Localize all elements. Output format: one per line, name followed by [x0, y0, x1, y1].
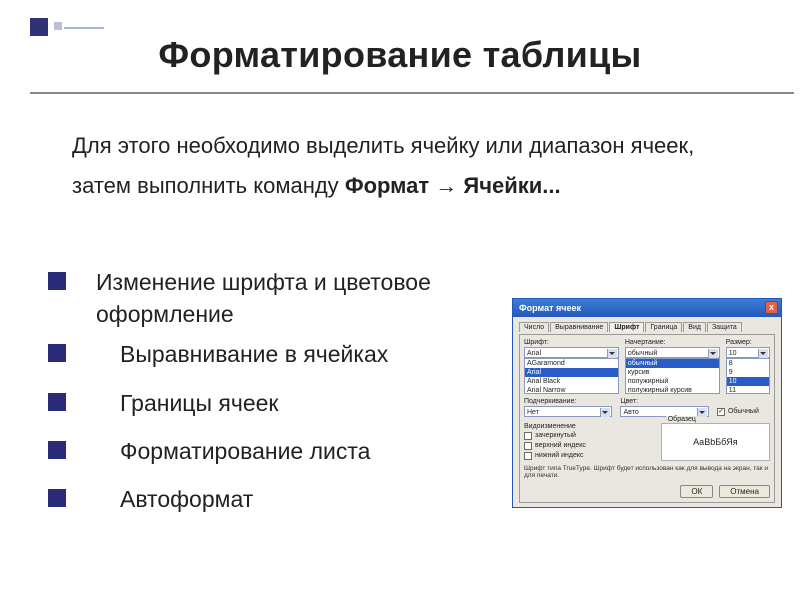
- cancel-button[interactable]: Отмена: [719, 485, 770, 498]
- subscript-checkbox[interactable]: нижний индекс: [524, 451, 653, 461]
- format-cells-dialog: Формат ячеек x Число Выравнивание Шрифт …: [512, 298, 782, 508]
- bullet-square-icon: [48, 344, 66, 362]
- bullet-item: Форматирование листа: [48, 435, 478, 467]
- list-item[interactable]: Arial Narrow: [525, 386, 618, 394]
- bullet-list: Изменение шрифта и цветовое оформление В…: [48, 266, 478, 531]
- tab-protection[interactable]: Защита: [707, 322, 742, 332]
- effect-label: зачеркнутый: [535, 431, 576, 441]
- slide-title: Форматирование таблицы: [0, 34, 800, 76]
- checkbox-icon: [524, 442, 532, 450]
- size-label: Размер:: [726, 339, 770, 346]
- checkbox-icon: [717, 408, 725, 416]
- list-item[interactable]: Arial: [525, 368, 618, 377]
- bullet-square-icon: [48, 489, 66, 507]
- preview-box: Образец АаBbБбЯя: [661, 423, 770, 461]
- bullet-item: Выравнивание в ячейках: [48, 338, 478, 370]
- tab-view[interactable]: Вид: [683, 322, 706, 332]
- underline-combo[interactable]: Нет: [524, 406, 612, 417]
- underline-label: Подчеркивание:: [524, 398, 612, 405]
- style-listbox[interactable]: обычный курсив полужирный полужирный кур…: [625, 358, 720, 394]
- deco-square-small: [54, 22, 62, 30]
- font-listbox[interactable]: AGaramond Arial Arial Black Arial Narrow: [524, 358, 619, 394]
- bullet-item: Автоформат: [48, 483, 478, 515]
- style-label: Начертание:: [625, 339, 720, 346]
- intro-bold: Формат → Ячейки...: [345, 173, 561, 198]
- font-combo[interactable]: Arial: [524, 347, 619, 358]
- list-item[interactable]: полужирный курсив: [626, 386, 719, 394]
- size-combo[interactable]: 10: [726, 347, 770, 358]
- title-underline: [30, 92, 794, 94]
- effects-group-label: Видоизменение: [524, 423, 653, 430]
- deco-line: [64, 27, 104, 29]
- bullet-square-icon: [48, 393, 66, 411]
- style-combo[interactable]: обычный: [625, 347, 720, 358]
- list-item[interactable]: курсив: [626, 368, 719, 377]
- list-item[interactable]: 8: [727, 359, 769, 368]
- dialog-tabs: Число Выравнивание Шрифт Граница Вид Защ…: [519, 321, 775, 331]
- close-icon[interactable]: x: [765, 301, 778, 314]
- strikethrough-checkbox[interactable]: зачеркнутый: [524, 431, 653, 441]
- dialog-hint: Шрифт типа TrueType. Шрифт будет использ…: [524, 465, 770, 479]
- dialog-title-text: Формат ячеек: [519, 303, 581, 313]
- tab-panel-font: Шрифт: Arial AGaramond Arial Arial Black…: [519, 334, 775, 503]
- tab-number[interactable]: Число: [519, 322, 549, 332]
- ok-button[interactable]: ОК: [680, 485, 713, 498]
- size-listbox[interactable]: 8 9 10 11: [726, 358, 770, 394]
- tab-font[interactable]: Шрифт: [609, 322, 644, 332]
- default-font-label: Обычный: [728, 407, 759, 417]
- dialog-titlebar[interactable]: Формат ячеек x: [513, 299, 781, 317]
- preview-label: Образец: [666, 416, 698, 423]
- list-item[interactable]: AGaramond: [525, 359, 618, 368]
- list-item[interactable]: обычный: [626, 359, 719, 368]
- list-item[interactable]: 10: [727, 377, 769, 386]
- preview-text: АаBbБбЯя: [662, 424, 769, 460]
- list-item[interactable]: полужирный: [626, 377, 719, 386]
- superscript-checkbox[interactable]: верхний индекс: [524, 441, 653, 451]
- bullet-item: Границы ячеек: [48, 387, 478, 419]
- effect-label: верхний индекс: [535, 441, 586, 451]
- tab-alignment[interactable]: Выравнивание: [550, 322, 608, 332]
- font-label: Шрифт:: [524, 339, 619, 346]
- bullet-item: Изменение шрифта и цветовое оформление: [48, 266, 478, 330]
- tab-border[interactable]: Граница: [645, 322, 682, 332]
- checkbox-icon: [524, 432, 532, 440]
- bullet-text: Границы ячеек: [120, 387, 278, 419]
- bullet-square-icon: [48, 441, 66, 459]
- checkbox-icon: [524, 452, 532, 460]
- bullet-text: Изменение шрифта и цветовое оформление: [96, 266, 478, 330]
- bullet-text: Форматирование листа: [120, 435, 370, 467]
- bullet-text: Выравнивание в ячейках: [120, 338, 388, 370]
- default-font-checkbox[interactable]: Обычный: [717, 407, 770, 417]
- bullet-square-icon: [48, 272, 66, 290]
- effect-label: нижний индекс: [535, 451, 583, 461]
- color-label: Цвет:: [620, 398, 708, 405]
- intro-text: Для этого необходимо выделить ячейку или…: [72, 126, 740, 205]
- dialog-body: Число Выравнивание Шрифт Граница Вид Защ…: [513, 317, 781, 507]
- bullet-text: Автоформат: [120, 483, 253, 515]
- list-item[interactable]: 11: [727, 386, 769, 394]
- list-item[interactable]: 9: [727, 368, 769, 377]
- list-item[interactable]: Arial Black: [525, 377, 618, 386]
